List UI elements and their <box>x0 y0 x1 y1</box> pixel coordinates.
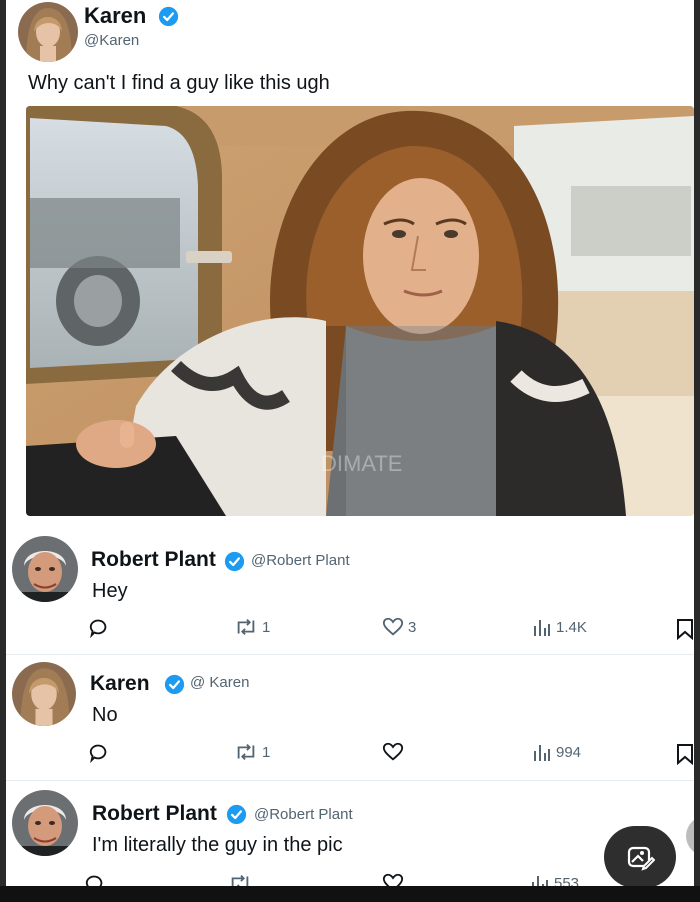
reply1-author-name[interactable]: Robert Plant <box>91 548 216 572</box>
like-icon <box>382 873 404 886</box>
screenshot-frame: Karen @Karen Why can't I find a guy like… <box>6 0 694 886</box>
bookmark-icon <box>677 619 693 640</box>
reply3-reply-button[interactable] <box>84 872 106 886</box>
reply2-like-button[interactable] <box>382 741 408 763</box>
verified-icon <box>226 804 247 825</box>
reply2-author-handle[interactable]: @ Karen <box>190 674 249 691</box>
divider <box>6 654 694 655</box>
reply3-retweet-button[interactable] <box>228 872 252 886</box>
reply2-text: No <box>92 704 118 726</box>
post-author-handle[interactable]: @Karen <box>84 32 139 49</box>
verified-icon <box>164 674 185 695</box>
avatar-karen[interactable] <box>18 2 78 62</box>
avatar-robert-plant[interactable] <box>12 790 78 856</box>
reply-icon <box>89 744 107 763</box>
image-edit-icon <box>627 846 655 871</box>
reply3-author-name[interactable]: Robert Plant <box>92 802 217 826</box>
reply2-retweet-button[interactable]: 1 <box>234 741 270 763</box>
reply1-retweet-button[interactable]: 1 <box>234 616 270 638</box>
reply2-reply-button[interactable] <box>88 741 114 763</box>
reply2-author-name[interactable]: Karen <box>90 672 150 696</box>
reply1-views-count: 1.4K <box>556 618 587 636</box>
reply2-retweet-count: 1 <box>262 743 271 761</box>
reply1-views-button[interactable]: 1.4K <box>532 616 587 638</box>
retweet-icon <box>231 874 249 886</box>
reply2-views-button[interactable]: 994 <box>532 741 581 763</box>
reply1-reply-button[interactable] <box>88 616 114 638</box>
divider <box>6 780 694 781</box>
image-edit-button[interactable] <box>604 826 676 886</box>
reply1-text: Hey <box>92 580 128 602</box>
avatar-karen[interactable] <box>12 662 76 726</box>
views-icon <box>532 876 548 886</box>
reply2-views-count: 994 <box>556 743 582 761</box>
reply3-views-count: 553 <box>554 874 580 887</box>
post-author-name[interactable]: Karen <box>84 3 146 29</box>
reply3-text: I'm literally the guy in the pic <box>92 834 343 856</box>
reply1-like-count: 3 <box>408 618 417 636</box>
like-icon <box>382 617 404 636</box>
reply3-author-handle[interactable]: @Robert Plant <box>254 806 353 823</box>
bottom-edge <box>0 886 700 902</box>
reply-icon <box>85 875 103 886</box>
views-icon <box>534 745 550 761</box>
like-icon <box>382 742 404 761</box>
watermark: DIMATE <box>321 451 402 476</box>
verified-icon <box>158 6 179 27</box>
reply3-like-button[interactable] <box>382 872 404 886</box>
post-text: Why can't I find a guy like this ugh <box>28 72 330 94</box>
views-icon <box>534 620 550 636</box>
reply3-views-button[interactable]: 553 <box>530 872 579 886</box>
verified-icon <box>224 551 245 572</box>
reply1-bookmark-button[interactable] <box>676 618 694 640</box>
reply1-author-handle[interactable]: @Robert Plant <box>251 552 350 569</box>
reply1-like-button[interactable]: 3 <box>382 616 416 638</box>
reply2-bookmark-button[interactable] <box>676 743 694 765</box>
reply1-retweet-count: 1 <box>262 618 271 636</box>
retweet-icon <box>237 618 255 636</box>
bookmark-icon <box>677 744 693 765</box>
post-photo[interactable]: DIMATE <box>26 106 694 516</box>
overlay-edge-button[interactable] <box>686 816 694 856</box>
retweet-icon <box>237 743 255 761</box>
avatar-robert-plant[interactable] <box>12 536 78 602</box>
reply-icon <box>89 619 107 638</box>
